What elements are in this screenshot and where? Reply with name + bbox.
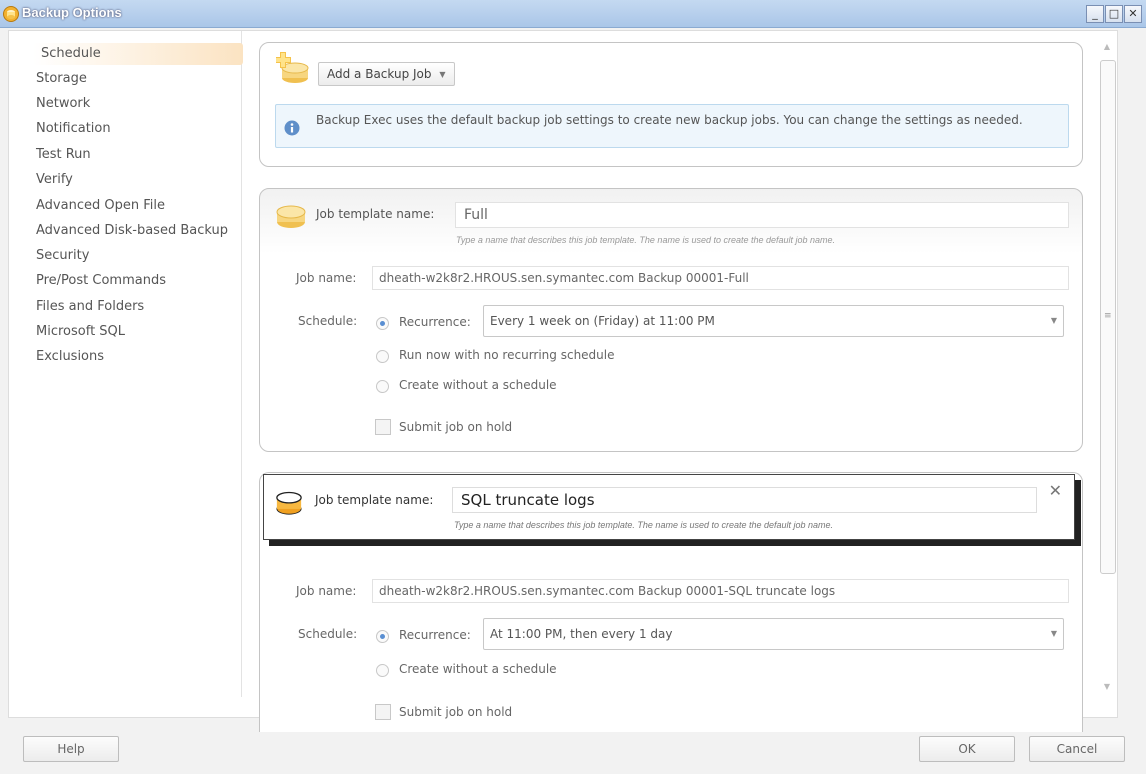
close-icon[interactable]: ✕ bbox=[1049, 481, 1062, 500]
info-text: Backup Exec uses the default backup job … bbox=[316, 113, 1023, 127]
sidebar-item-verify[interactable]: Verify bbox=[36, 169, 73, 191]
sidebar-item-schedule[interactable]: Schedule bbox=[33, 43, 243, 65]
submit-on-hold-label: Submit job on hold bbox=[399, 705, 513, 719]
no-schedule-radio[interactable] bbox=[376, 380, 389, 393]
chevron-down-icon: ▼ bbox=[439, 70, 446, 79]
backup-options-window: Backup Options _ □ ✕ Schedule Storage Ne… bbox=[0, 0, 1146, 774]
scroll-down-arrow-icon[interactable]: ▼ bbox=[1098, 678, 1116, 696]
job-template-name-label: Job template name: bbox=[316, 207, 435, 221]
recurrence-radio[interactable] bbox=[376, 317, 389, 330]
job-template-icon bbox=[276, 205, 306, 228]
template-name-editor: Job template name: SQL truncate logs Typ… bbox=[263, 474, 1075, 540]
sidebar-item-advanced-disk-backup[interactable]: Advanced Disk-based Backup bbox=[36, 220, 228, 242]
vertical-scrollbar[interactable]: ▲ ≡ ▼ bbox=[1098, 36, 1116, 696]
template-hint: Type a name that describes this job temp… bbox=[454, 520, 834, 530]
scroll-grip-icon: ≡ bbox=[1104, 311, 1112, 321]
no-schedule-label: Create without a schedule bbox=[399, 662, 557, 676]
chevron-down-icon: ▼ bbox=[1050, 316, 1057, 325]
sidebar-item-microsoft-sql[interactable]: Microsoft SQL bbox=[36, 321, 125, 343]
sidebar-item-network[interactable]: Network bbox=[36, 93, 90, 115]
recurrence-label: Recurrence: bbox=[399, 628, 471, 642]
recurrence-select[interactable]: Every 1 week on (Friday) at 11:00 PM ▼ bbox=[483, 305, 1064, 337]
add-job-panel: Add a Backup Job ▼ Backup Exec uses the … bbox=[259, 42, 1083, 167]
job-name-field[interactable]: dheath-w2k8r2.HROUS.sen.symantec.com Bac… bbox=[372, 579, 1069, 603]
sidebar-item-advanced-open-file[interactable]: Advanced Open File bbox=[36, 195, 165, 217]
job-name-field[interactable]: dheath-w2k8r2.HROUS.sen.symantec.com Bac… bbox=[372, 266, 1069, 290]
chevron-down-icon: ▼ bbox=[1050, 629, 1057, 638]
recurrence-value: Every 1 week on (Friday) at 11:00 PM bbox=[490, 314, 715, 328]
job-template-icon bbox=[276, 491, 302, 515]
sidebar-item-test-run[interactable]: Test Run bbox=[36, 144, 91, 166]
sidebar-item-storage[interactable]: Storage bbox=[36, 68, 87, 90]
recurrence-value: At 11:00 PM, then every 1 day bbox=[490, 627, 673, 641]
scroll-up-arrow-icon[interactable]: ▲ bbox=[1098, 38, 1116, 56]
scroll-thumb[interactable]: ≡ bbox=[1100, 60, 1116, 574]
ok-button[interactable]: OK bbox=[919, 736, 1015, 762]
job-name-label: Job name: bbox=[296, 271, 357, 285]
sidebar-item-files-and-folders[interactable]: Files and Folders bbox=[36, 296, 144, 318]
info-icon bbox=[284, 120, 300, 136]
backup-exec-icon bbox=[3, 6, 19, 22]
sidebar-item-pre-post-commands[interactable]: Pre/Post Commands bbox=[36, 270, 166, 292]
cancel-button[interactable]: Cancel bbox=[1029, 736, 1125, 762]
schedule-label: Schedule: bbox=[298, 314, 358, 328]
submit-on-hold-checkbox[interactable] bbox=[375, 704, 391, 720]
help-button[interactable]: Help bbox=[23, 736, 119, 762]
recurrence-select[interactable]: At 11:00 PM, then every 1 day ▼ bbox=[483, 618, 1064, 650]
submit-on-hold-label: Submit job on hold bbox=[399, 420, 513, 434]
job-name-label: Job name: bbox=[296, 584, 357, 598]
run-now-radio[interactable] bbox=[376, 350, 389, 363]
job-template-name-input[interactable]: SQL truncate logs bbox=[452, 487, 1037, 513]
template-hint: Type a name that describes this job temp… bbox=[456, 235, 836, 245]
no-schedule-radio[interactable] bbox=[376, 664, 389, 677]
sidebar-item-exclusions[interactable]: Exclusions bbox=[36, 346, 104, 368]
window-title: Backup Options bbox=[22, 5, 122, 20]
recurrence-label: Recurrence: bbox=[399, 315, 471, 329]
close-window-button[interactable]: ✕ bbox=[1124, 5, 1142, 23]
options-sidebar: Schedule Storage Network Notification Te… bbox=[9, 31, 243, 697]
title-bar: Backup Options _ □ ✕ bbox=[0, 0, 1146, 28]
maximize-button[interactable]: □ bbox=[1105, 5, 1123, 23]
add-backup-job-label: Add a Backup Job bbox=[327, 67, 432, 81]
content-area: Schedule Storage Network Notification Te… bbox=[8, 30, 1118, 732]
job-panel-full: Job template name: Full Type a name that… bbox=[259, 188, 1083, 452]
job-template-name-label: Job template name: bbox=[315, 493, 434, 507]
job-template-name-input[interactable]: Full bbox=[455, 202, 1069, 228]
add-backup-job-button[interactable]: Add a Backup Job ▼ bbox=[318, 62, 455, 86]
submit-on-hold-checkbox[interactable] bbox=[375, 419, 391, 435]
run-now-label: Run now with no recurring schedule bbox=[399, 348, 615, 362]
schedule-label: Schedule: bbox=[298, 627, 358, 641]
sidebar-item-notification[interactable]: Notification bbox=[36, 118, 111, 140]
minimize-button[interactable]: _ bbox=[1086, 5, 1104, 23]
sidebar-item-security[interactable]: Security bbox=[36, 245, 89, 267]
no-schedule-label: Create without a schedule bbox=[399, 378, 557, 392]
info-message: Backup Exec uses the default backup job … bbox=[275, 104, 1069, 148]
add-backup-job-icon bbox=[276, 52, 309, 83]
recurrence-radio[interactable] bbox=[376, 630, 389, 643]
